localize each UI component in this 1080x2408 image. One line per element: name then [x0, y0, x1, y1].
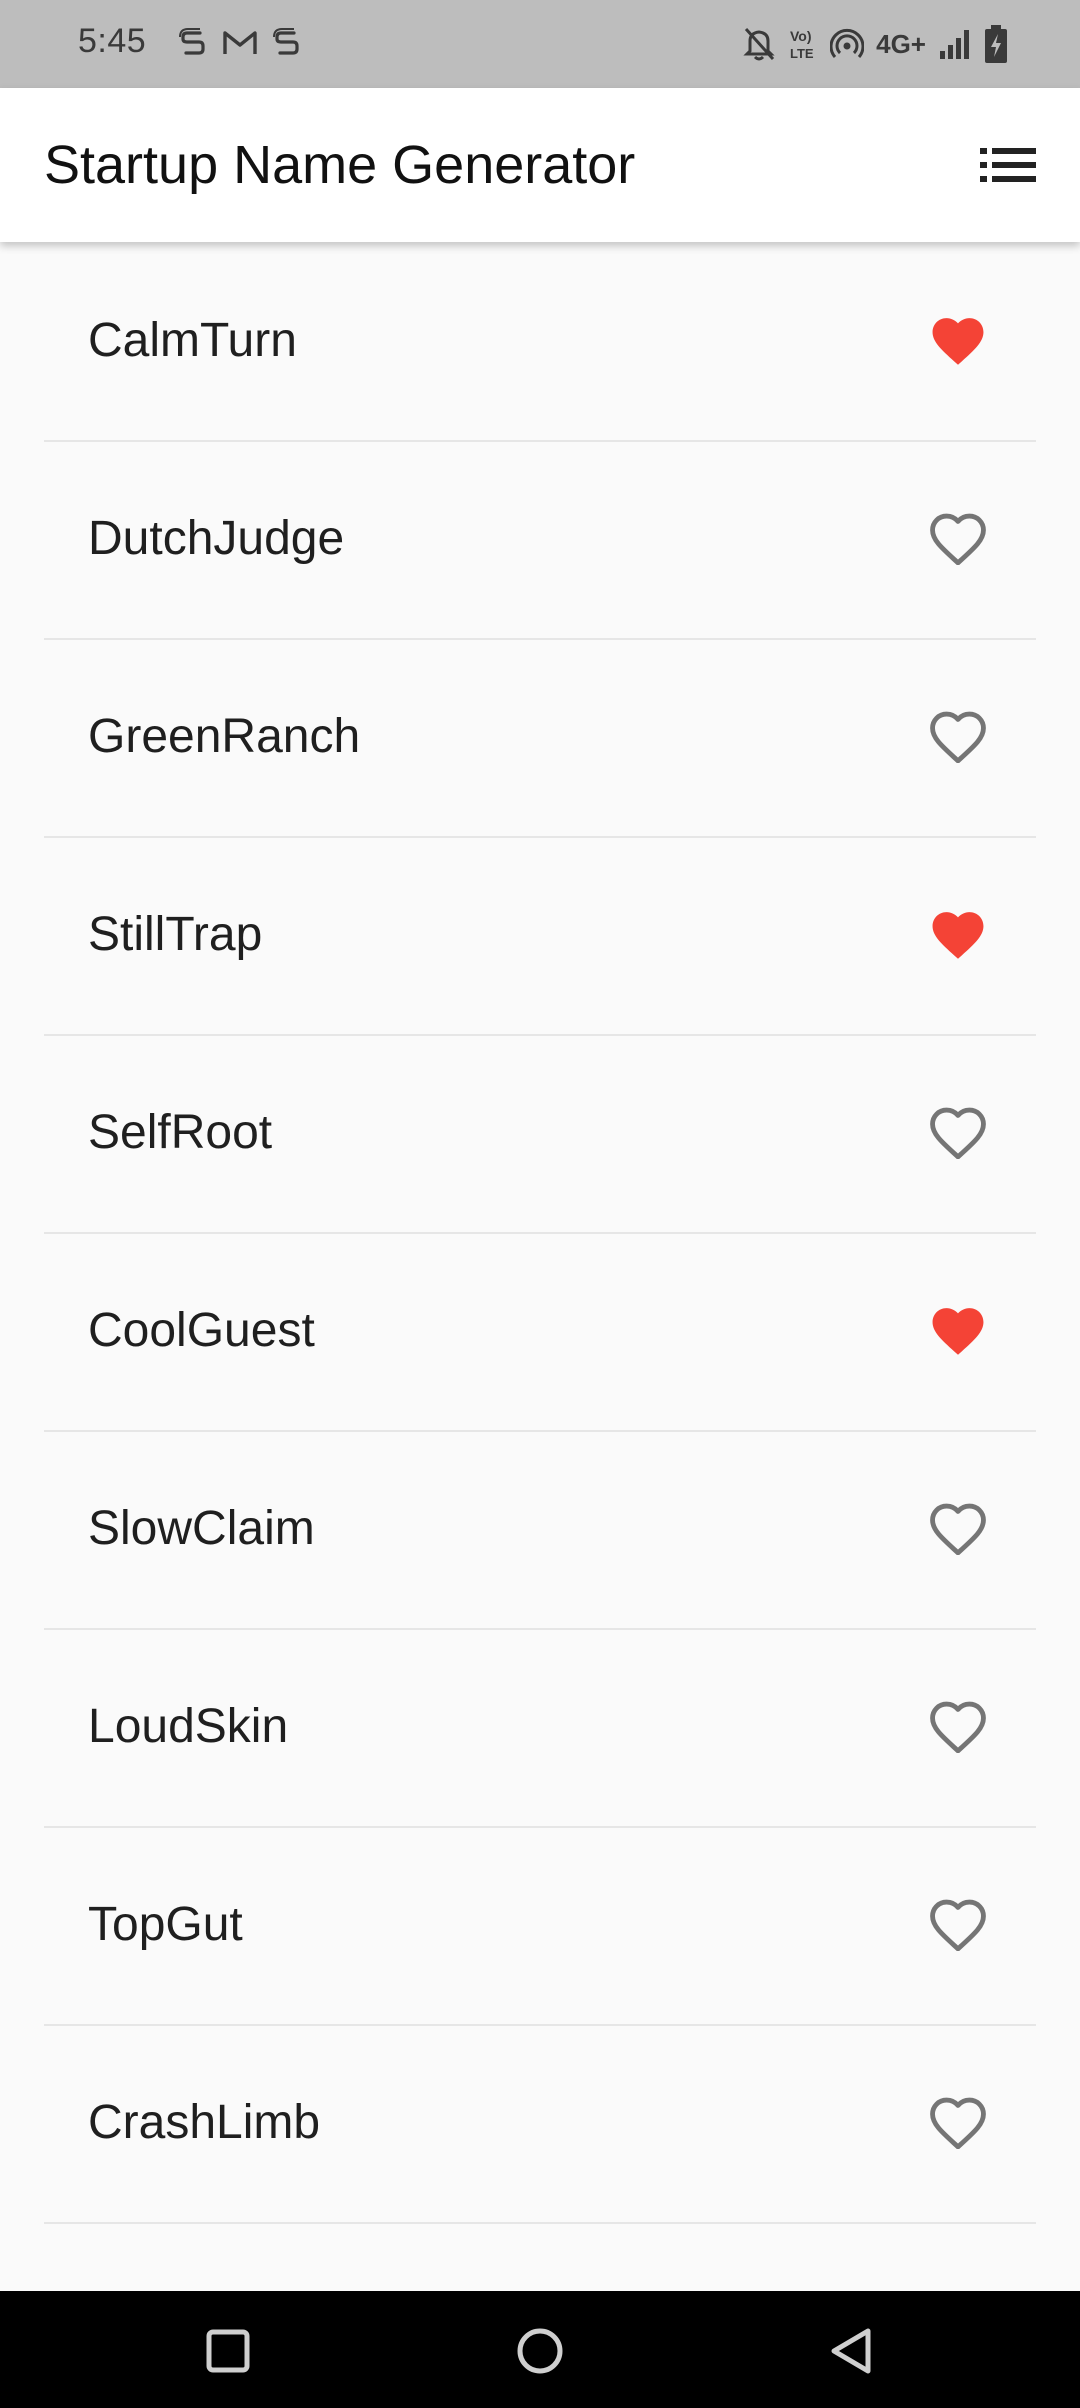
favorite-toggle[interactable]: [930, 1503, 986, 1556]
heart-filled-icon: [932, 912, 984, 959]
startup-name: TopGut: [88, 1898, 243, 1951]
favorite-toggle[interactable]: [930, 1899, 986, 1952]
status-time: 5:45: [78, 22, 147, 60]
status-bar: 5:45 Vo) LTE 4G+: [0, 0, 1080, 88]
list-divider: [44, 440, 1036, 442]
gmail-icon: [222, 26, 258, 60]
heart-outline-icon: [930, 711, 986, 764]
list-item[interactable]: LoudSkin: [0, 1628, 1080, 1826]
list-divider: [44, 1232, 1036, 1234]
list-item[interactable]: SlowClaim: [0, 1430, 1080, 1628]
favorite-toggle[interactable]: [930, 1305, 986, 1357]
list-item[interactable]: TopGut: [0, 1826, 1080, 2024]
favorite-toggle[interactable]: [930, 1107, 986, 1160]
recents-button[interactable]: [198, 2321, 258, 2381]
startup-name: LoudSkin: [88, 1700, 289, 1753]
s-app-icon: [178, 26, 208, 60]
startup-name: GreenRanch: [88, 710, 361, 763]
favorite-toggle[interactable]: [930, 711, 986, 764]
favorite-toggle[interactable]: [930, 315, 986, 367]
page-title: Startup Name Generator: [44, 135, 636, 195]
heart-outline-icon: [930, 1899, 986, 1952]
list-divider: [44, 1034, 1036, 1036]
list-item[interactable]: GreenRanch: [0, 638, 1080, 836]
heart-outline-icon: [930, 1503, 986, 1556]
back-button[interactable]: [820, 2321, 880, 2381]
favorite-toggle[interactable]: [930, 1701, 986, 1754]
screen: 5:45 Vo) LTE 4G+ Startup Name Generator …: [0, 0, 1080, 2408]
svg-text:Vo): Vo): [790, 28, 812, 44]
startup-name: SelfRoot: [88, 1106, 273, 1159]
back-icon: [831, 2328, 871, 2374]
heart-outline-icon: [930, 2097, 986, 2150]
app-bar: Startup Name Generator: [0, 88, 1080, 242]
list-item[interactable]: StillTrap: [0, 836, 1080, 1034]
list-item[interactable]: CalmTurn: [0, 242, 1080, 440]
svg-text:LTE: LTE: [790, 46, 814, 61]
list-item[interactable]: SelfRoot: [0, 1034, 1080, 1232]
favorite-toggle[interactable]: [930, 513, 986, 566]
list-divider: [44, 1826, 1036, 1828]
system-status-icons: Vo) LTE 4G+: [742, 24, 1008, 64]
battery-charging-icon: [984, 24, 1008, 64]
home-button[interactable]: [510, 2321, 570, 2381]
recents-icon: [206, 2329, 250, 2373]
list-item[interactable]: CoolGuest: [0, 1232, 1080, 1430]
saved-list-button[interactable]: [978, 140, 1038, 190]
list-divider: [44, 836, 1036, 838]
startup-name: StillTrap: [88, 908, 263, 961]
startup-name: DutchJudge: [88, 512, 345, 565]
startup-name: CalmTurn: [88, 314, 297, 367]
list-divider: [44, 638, 1036, 640]
word-list: CalmTurn DutchJudge GreenRanch StillTrap Sel…: [0, 242, 1080, 2224]
heart-filled-icon: [932, 318, 984, 365]
heart-outline-icon: [930, 1107, 986, 1160]
list-divider: [44, 1430, 1036, 1432]
list-divider: [44, 2024, 1036, 2026]
heart-outline-icon: [930, 1701, 986, 1754]
navigation-bar: [0, 2291, 1080, 2408]
list-item[interactable]: CrashLimb: [0, 2024, 1080, 2222]
list-item[interactable]: DutchJudge: [0, 440, 1080, 638]
notification-icons: [178, 26, 302, 60]
favorite-toggle[interactable]: [930, 2097, 986, 2150]
list-icon: [980, 148, 1036, 182]
volte-icon: Vo) LTE: [788, 25, 818, 63]
startup-name: CrashLimb: [88, 2096, 321, 2149]
home-icon: [517, 2328, 563, 2374]
favorite-toggle[interactable]: [930, 909, 986, 961]
signal-icon: [938, 27, 972, 61]
list-divider: [44, 2222, 1036, 2224]
startup-name: CoolGuest: [88, 1304, 315, 1357]
startup-name: SlowClaim: [88, 1502, 315, 1555]
heart-filled-icon: [932, 1308, 984, 1355]
hotspot-icon: [830, 26, 865, 62]
list-divider: [44, 1628, 1036, 1630]
bell-off-icon: [742, 25, 776, 63]
network-type: 4G+: [876, 28, 926, 59]
s-app-icon: [272, 26, 302, 60]
heart-outline-icon: [930, 513, 986, 566]
